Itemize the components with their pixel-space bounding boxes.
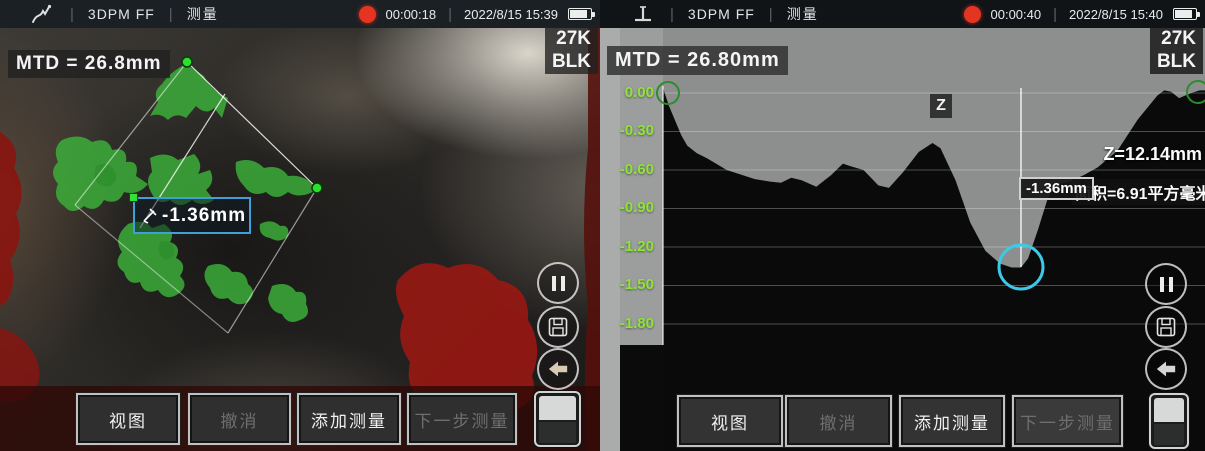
next-measure-button[interactable]: 下一步测量 — [1012, 395, 1123, 447]
record-icon — [964, 6, 981, 23]
ytick-0: 0.00 — [608, 84, 654, 101]
battery-icon — [1173, 8, 1197, 20]
corner-marker-right[interactable] — [312, 183, 322, 193]
ytick-090: -0.90 — [608, 199, 654, 216]
badge-line2: BLK — [552, 50, 591, 73]
depth-value-label: -1.36mm — [162, 205, 246, 227]
red-mask-left — [0, 132, 22, 306]
topbar-separator: | — [1053, 6, 1057, 23]
mode-label: 3DPM FF — [88, 6, 155, 22]
profile-chart: 0.00 -0.30 -0.60 -0.90 -1.20 -1.50 -1.80… — [600, 28, 1205, 451]
record-time: 00:00:18 — [386, 7, 437, 22]
selection-handle[interactable] — [129, 193, 138, 202]
add-measure-button[interactable]: 添加测量 — [899, 395, 1005, 447]
back-button[interactable] — [1145, 348, 1187, 390]
back-button[interactable] — [537, 348, 579, 390]
measurement-overlay-graphics — [0, 28, 600, 451]
save-icon — [547, 316, 569, 338]
dual-view-measurement-screen: | 3DPM FF | 测量 00:00:18 | 2022/8/15 15:3… — [0, 0, 1205, 451]
ytick-180: -1.80 — [608, 315, 654, 332]
undo-button[interactable]: 撤消 — [188, 393, 291, 445]
pause-button[interactable] — [537, 262, 579, 304]
mtd-label: MTD = 26.80mm — [607, 46, 788, 75]
view-button[interactable]: 视图 — [677, 395, 783, 447]
back-icon — [1155, 359, 1177, 379]
pause-icon — [552, 276, 565, 291]
toggle-top-half — [539, 396, 576, 420]
datetime-label: 2022/8/15 15:40 — [1069, 7, 1163, 22]
toggle-top-half — [1154, 398, 1184, 422]
left-topbar: | 3DPM FF | 测量 00:00:18 | 2022/8/15 15:3… — [0, 0, 600, 28]
save-icon — [1155, 316, 1177, 338]
ytick-150: -1.50 — [608, 276, 654, 293]
topbar-separator: | — [70, 6, 74, 23]
menu-measure[interactable]: 测量 — [787, 4, 819, 24]
badge-line2: BLK — [1157, 50, 1196, 73]
next-measure-button[interactable]: 下一步测量 — [407, 393, 517, 445]
camera-image — [0, 28, 600, 451]
cursor-depth-label[interactable]: -1.36mm — [1019, 177, 1094, 200]
scale-gutter — [620, 28, 663, 345]
topbar-separator: | — [448, 6, 452, 23]
mode-label: 3DPM FF — [688, 6, 755, 22]
topbar-separator: | — [670, 6, 674, 23]
z-position-label: Z=12.14mm — [1103, 144, 1202, 165]
profile-chart-graphics — [600, 28, 1205, 451]
datetime-label: 2022/8/15 15:39 — [464, 7, 558, 22]
pause-button[interactable] — [1145, 263, 1187, 305]
right-topbar-status: 00:00:40 | 2022/8/15 15:40 — [964, 0, 1198, 28]
depth-measure-icon — [141, 207, 159, 225]
topbar-separator: | — [169, 6, 173, 23]
topbar-separator: | — [769, 6, 773, 23]
plane-measure-icon — [630, 3, 656, 25]
corner-marker-top[interactable] — [182, 57, 192, 67]
pause-icon — [1160, 277, 1173, 292]
image-mode-badge: 27K BLK — [545, 26, 598, 74]
toggle-bottom-half — [1154, 424, 1184, 445]
badge-line1: 27K — [1157, 27, 1196, 50]
ytick-030: -0.30 — [608, 122, 654, 139]
badge-line1: 27K — [552, 27, 591, 50]
ytick-060: -0.60 — [608, 161, 654, 178]
add-measure-button[interactable]: 添加测量 — [297, 393, 401, 445]
back-icon — [547, 359, 569, 379]
view-button[interactable]: 视图 — [76, 393, 180, 445]
undo-button[interactable]: 撤消 — [785, 395, 892, 447]
probe-icon — [30, 3, 56, 25]
green-depth-region — [53, 64, 316, 322]
left-topbar-status: 00:00:18 | 2022/8/15 15:39 — [359, 0, 593, 28]
thumbnail-toggle[interactable] — [534, 391, 581, 447]
mtd-label: MTD = 26.8mm — [8, 50, 170, 78]
depth-annotation-box[interactable]: -1.36mm — [133, 197, 251, 234]
battery-icon — [568, 8, 592, 20]
toggle-bottom-half — [539, 422, 576, 443]
camera-view-panel: | 3DPM FF | 测量 00:00:18 | 2022/8/15 15:3… — [0, 0, 600, 451]
z-cursor-badge[interactable]: Z — [930, 94, 952, 118]
right-topbar: | 3DPM FF | 测量 00:00:40 | 2022/8/15 15:4… — [600, 0, 1205, 28]
ytick-120: -1.20 — [608, 238, 654, 255]
save-button[interactable] — [537, 306, 579, 348]
menu-measure[interactable]: 测量 — [187, 4, 219, 24]
record-icon — [359, 6, 376, 23]
image-mode-badge: 27K BLK — [1150, 26, 1203, 74]
profile-chart-panel: 0.00 -0.30 -0.60 -0.90 -1.20 -1.50 -1.80… — [600, 0, 1205, 451]
save-button[interactable] — [1145, 306, 1187, 348]
record-time: 00:00:40 — [991, 7, 1042, 22]
thumbnail-toggle[interactable] — [1149, 393, 1189, 449]
